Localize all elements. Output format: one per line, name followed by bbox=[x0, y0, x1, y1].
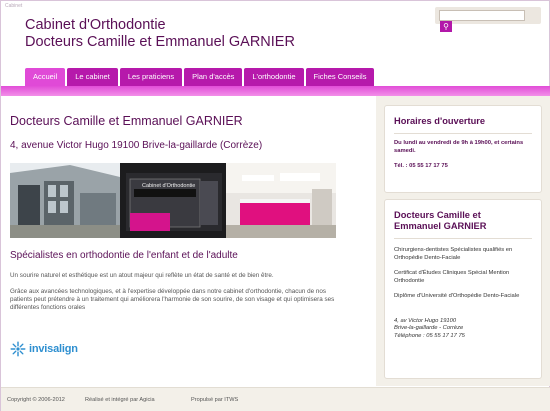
header-tiny-label: Cabinet bbox=[5, 3, 23, 9]
hours-line: Du lundi au vendredi de 9h à 19h00, et c… bbox=[394, 140, 524, 154]
doctors-title-line1: Docteurs Camille et bbox=[394, 210, 481, 220]
hours-card: Horaires d'ouverture Du lundi au vendred… bbox=[384, 105, 542, 193]
tab-plan-acces[interactable]: Plan d'accès bbox=[184, 68, 243, 86]
page-title: Docteurs Camille et Emmanuel GARNIER bbox=[10, 114, 243, 128]
cabinet-photo-image bbox=[10, 163, 336, 238]
site-title-line2[interactable]: Docteurs Camille et Emmanuel GARNIER bbox=[25, 34, 295, 51]
doctors-qualification-2: Certificat d'Études Cliniques Spécial Me… bbox=[394, 270, 510, 284]
cabinet-photo: Cabinet d'Orthodontie bbox=[10, 163, 336, 238]
site-title-line1[interactable]: Cabinet d'Orthodontie bbox=[25, 17, 295, 34]
nav-underline-bar bbox=[1, 86, 550, 96]
tab-accueil[interactable]: Accueil bbox=[25, 68, 66, 86]
search-box: ⚲ bbox=[435, 7, 541, 32]
site-header: Cabinet Cabinet d'Orthodontie Docteurs C… bbox=[1, 1, 549, 69]
site-footer: Copyright © 2006-2012 Réalisé et intégré… bbox=[1, 387, 550, 411]
hours-title: Horaires d'ouverture bbox=[394, 116, 486, 126]
main-content: Docteurs Camille et Emmanuel GARNIER 4, … bbox=[1, 96, 376, 386]
footer-powered-by-link[interactable]: Propulsé par ITWS bbox=[191, 397, 238, 403]
invisalign-logo[interactable]: invisalign bbox=[10, 339, 78, 359]
photo-sign: Cabinet d'Orthodontie bbox=[142, 183, 196, 189]
search-button[interactable]: ⚲ bbox=[440, 21, 452, 32]
search-icon: ⚲ bbox=[443, 22, 449, 31]
search-input[interactable] bbox=[439, 10, 525, 21]
page: Cabinet Cabinet d'Orthodontie Docteurs C… bbox=[0, 0, 550, 411]
doctors-card: Docteurs Camille et Emmanuel GARNIER Chi… bbox=[384, 199, 542, 379]
doctors-title-line2: Emmanuel GARNIER bbox=[394, 221, 487, 231]
doctors-divider bbox=[394, 238, 532, 239]
main-nav: Accueil Le cabinet Les praticiens Plan d… bbox=[25, 68, 376, 86]
tab-orthodontie[interactable]: L'orthodontie bbox=[244, 68, 304, 86]
intro-paragraph-2: Grâce aux avancées technologiques, et à … bbox=[10, 288, 335, 311]
invisalign-logo-text: invisalign bbox=[29, 343, 78, 355]
address-line: 4, avenue Victor Hugo 19100 Brive-la-gai… bbox=[10, 140, 263, 151]
doctors-phone: Téléphone : 05 55 17 17 75 bbox=[394, 332, 465, 339]
doctors-address-1: 4, av Victor Hugo 19100 bbox=[394, 317, 457, 324]
hours-divider bbox=[394, 133, 532, 134]
tab-fiches-conseils[interactable]: Fiches Conseils bbox=[305, 68, 375, 86]
site-title[interactable]: Cabinet d'Orthodontie Docteurs Camille e… bbox=[25, 17, 295, 51]
doctors-qualification-1: Chirurgiens-dentistes Spécialistes quali… bbox=[394, 247, 513, 261]
hours-phone: Tél. : 05 55 17 17 75 bbox=[394, 163, 448, 169]
specialty-heading: Spécialistes en orthodontie de l'enfant … bbox=[10, 250, 238, 261]
intro-paragraph-1: Un sourire naturel et esthétique est un … bbox=[10, 272, 274, 279]
footer-made-by-link[interactable]: Réalisé et intégré par Agicia bbox=[85, 397, 155, 403]
sidebar: Horaires d'ouverture Du lundi au vendred… bbox=[376, 96, 550, 386]
doctors-qualification-3: Diplôme d'Université d'Orthopédie Dento-… bbox=[394, 293, 520, 299]
tab-les-praticiens[interactable]: Les praticiens bbox=[119, 68, 183, 86]
tab-le-cabinet[interactable]: Le cabinet bbox=[67, 68, 118, 86]
doctors-address-2: Brive-la-gaillarde - Corrèze bbox=[394, 325, 464, 331]
footer-copyright: Copyright © 2006-2012 bbox=[7, 397, 65, 403]
invisalign-star-icon bbox=[10, 341, 26, 357]
